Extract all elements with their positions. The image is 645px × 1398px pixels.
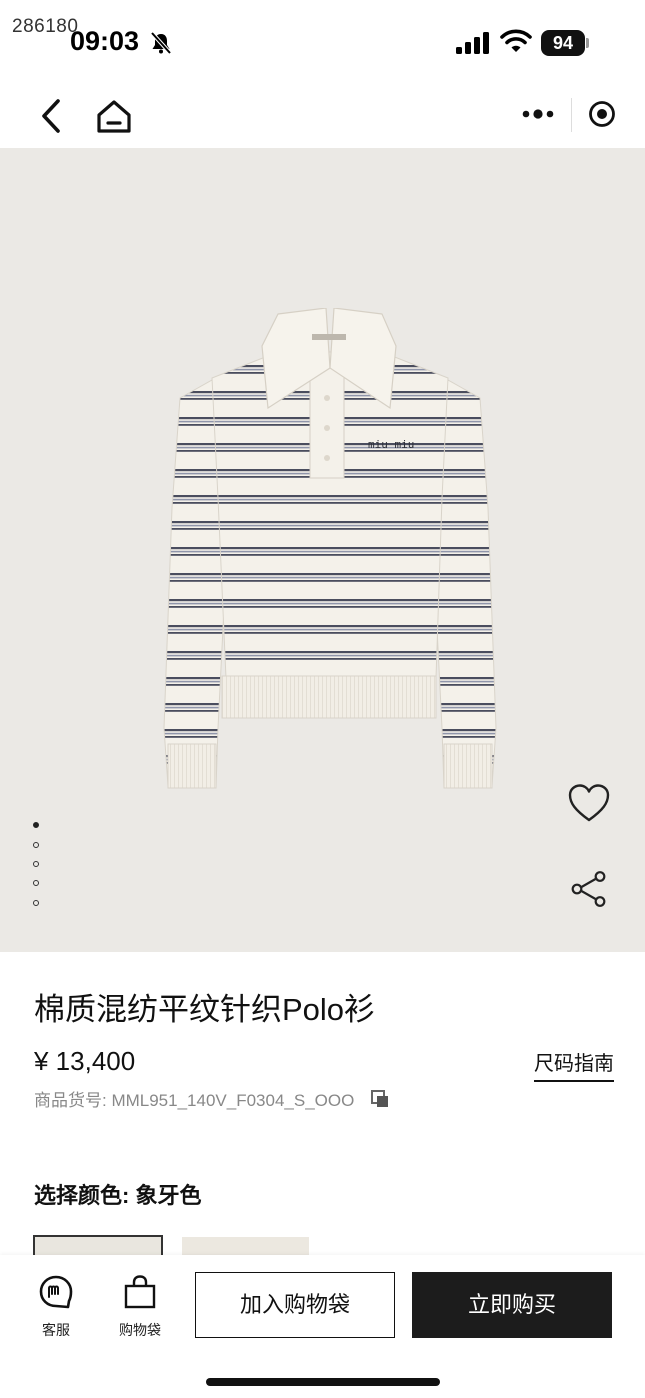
product-image-gallery[interactable]: miu miu — [0, 148, 645, 952]
customer-service-label: 客服 — [42, 1322, 70, 1338]
add-to-bag-button[interactable]: 加入购物袋 — [195, 1272, 395, 1338]
bell-slash-icon — [150, 31, 172, 55]
size-guide-link[interactable]: 尺码指南 — [534, 1047, 614, 1082]
customer-service-button[interactable]: 客服 — [24, 1274, 88, 1344]
logo-text: miu miu — [368, 438, 414, 451]
home-indicator — [206, 1378, 440, 1386]
pagination-dot[interactable] — [33, 900, 39, 906]
pagination-dot[interactable] — [33, 861, 39, 867]
sku-text: 商品货号: MML951_140V_F0304_S_OOO — [34, 1091, 355, 1110]
more-icon[interactable] — [518, 102, 558, 126]
status-time: 09:03 — [70, 26, 140, 56]
shopping-bag-label: 购物袋 — [119, 1322, 161, 1338]
battery-cap — [586, 38, 589, 48]
buy-now-button[interactable]: 立即购买 — [412, 1272, 612, 1338]
capsule-divider — [571, 98, 572, 132]
heart-icon[interactable] — [566, 782, 612, 824]
product-title: 棉质混纺平纹针织Polo衫 — [34, 992, 376, 1027]
chat-bubble-icon — [39, 1275, 73, 1309]
sku-row: 商品货号: MML951_140V_F0304_S_OOO — [34, 1086, 390, 1111]
pagination-dot[interactable] — [33, 842, 39, 848]
product-price: ¥ 13,400 — [34, 1046, 136, 1076]
gallery-pagination — [30, 820, 44, 920]
back-chevron-icon[interactable] — [34, 96, 68, 136]
shopping-bag-icon — [124, 1275, 156, 1309]
share-icon[interactable] — [568, 868, 610, 910]
sweater-photo: miu miu — [163, 308, 497, 789]
pagination-dot[interactable] — [33, 880, 39, 886]
battery-indicator: 94 — [541, 30, 585, 56]
home-icon[interactable] — [94, 96, 134, 136]
shopping-bag-button[interactable]: 购物袋 — [108, 1274, 172, 1344]
copy-icon[interactable] — [370, 1089, 390, 1109]
cellular-signal-icon — [456, 32, 489, 54]
watermark-text: 286180 — [12, 16, 79, 37]
pagination-dot[interactable] — [33, 822, 39, 828]
color-label: 选择颜色: 象牙色 — [34, 1183, 202, 1208]
close-miniprogram-icon[interactable] — [586, 98, 618, 130]
wifi-icon — [500, 29, 532, 52]
